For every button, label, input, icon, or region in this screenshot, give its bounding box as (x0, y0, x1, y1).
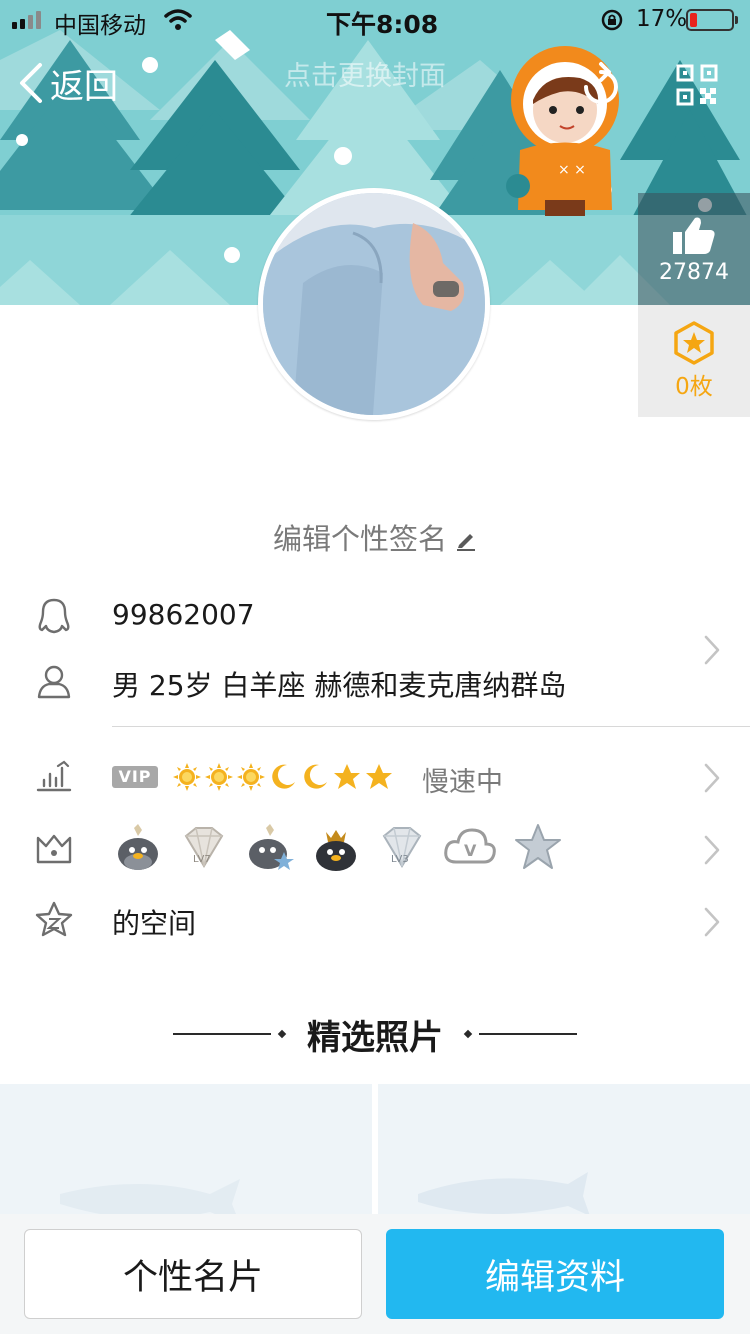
chevron-right-icon (704, 835, 720, 865)
edit-signature-link[interactable]: 编辑个性签名 (0, 516, 750, 558)
personal-info-row[interactable]: 男 25岁 白羊座 赫德和麦克唐纳群岛 (0, 652, 750, 712)
bottom-action-bar: 个性名片 编辑资料 (0, 1214, 750, 1334)
profile-card-button[interactable]: 个性名片 (24, 1229, 362, 1319)
diamond-lv3-badge-icon: LV3 (382, 827, 422, 868)
speed-status: 慢速中 (422, 767, 503, 798)
clock: 下午8:08 (326, 10, 439, 39)
lv7-label: LV7 (193, 854, 211, 865)
wifi-icon (164, 9, 192, 30)
chevron-right-icon (704, 763, 720, 793)
qq-number: 99862007 (112, 598, 255, 631)
battery-level (690, 13, 697, 27)
signature-text: 编辑个性签名 (272, 522, 447, 556)
penguin-icon (38, 598, 70, 634)
qzone-row[interactable]: 的空间 (0, 890, 750, 950)
battery-percent: 17% (636, 6, 688, 32)
chevron-left-icon (20, 63, 42, 103)
level-icons (172, 762, 394, 792)
star-level-icon (366, 764, 392, 789)
like-button[interactable]: 27874 (638, 193, 750, 305)
divider-dot (463, 1029, 473, 1039)
avatar-photo (263, 193, 485, 415)
qr-code-icon[interactable] (676, 64, 718, 106)
divider (112, 726, 750, 727)
qq-number-row[interactable]: 99862007 (0, 586, 750, 646)
level-chart-icon (36, 760, 72, 792)
battery-icon (686, 9, 738, 31)
lv3-label: LV3 (391, 854, 409, 865)
personal-details: 男 25岁 白羊座 赫德和麦克唐纳群岛 (112, 669, 567, 702)
profile-screen: × × 中国移动 下午8:08 17% 返回 点击更换封面 27874 0枚 编… (0, 0, 750, 1334)
pencil-icon (457, 534, 475, 551)
carrier-name: 中国移动 (54, 13, 146, 39)
sun-level-icon (205, 763, 233, 791)
vip-badge: VIP (112, 766, 158, 788)
qzone-label: 的空间 (112, 907, 197, 940)
avatar[interactable] (258, 188, 490, 420)
star-outline-icon (35, 901, 73, 937)
badge-list: LV7 LV3 V (112, 822, 564, 874)
star-level-icon (334, 764, 360, 789)
sun-level-icon (173, 763, 201, 791)
rotation-lock-icon (601, 9, 623, 31)
divider-dot (277, 1029, 287, 1039)
crown-icon (36, 834, 72, 864)
chevron-right-icon[interactable] (702, 634, 722, 666)
coin-count: 0枚 (675, 374, 713, 400)
back-label: 返回 (50, 66, 118, 107)
edit-profile-button[interactable]: 编辑资料 (386, 1229, 724, 1319)
sun-level-icon (237, 763, 265, 791)
change-cover-hint[interactable]: 点击更换封面 (284, 54, 446, 93)
chevron-right-icon (704, 907, 720, 937)
penguin-star-badge-icon (249, 824, 294, 870)
like-count: 27874 (659, 259, 729, 285)
crown-penguin-badge-icon (316, 830, 356, 871)
status-bar: 中国移动 下午8:08 17% (0, 0, 750, 40)
penguin-badge-icon (118, 824, 158, 870)
diamond-lv7-badge-icon: LV7 (184, 827, 224, 868)
star-badge-icon (515, 824, 561, 869)
moon-level-icon (272, 764, 295, 789)
refresh-icon[interactable] (574, 60, 628, 114)
signal-strength-icon (12, 11, 41, 29)
moon-level-icon (304, 764, 327, 789)
coin-star-icon (674, 321, 714, 365)
divider-line (479, 1033, 577, 1035)
cloud-v-badge-icon: V (444, 828, 496, 864)
coin-button[interactable]: 0枚 (638, 305, 750, 417)
divider-line (173, 1033, 271, 1035)
v-label: V (464, 841, 477, 860)
person-icon (37, 665, 71, 699)
thumbs-up-icon (673, 217, 715, 254)
back-button[interactable]: 返回 (16, 58, 118, 108)
section-title: 精选照片 (307, 1017, 443, 1058)
svg-text:× ×: × × (558, 162, 586, 178)
featured-photos-heading: 精选照片 (0, 1014, 750, 1058)
